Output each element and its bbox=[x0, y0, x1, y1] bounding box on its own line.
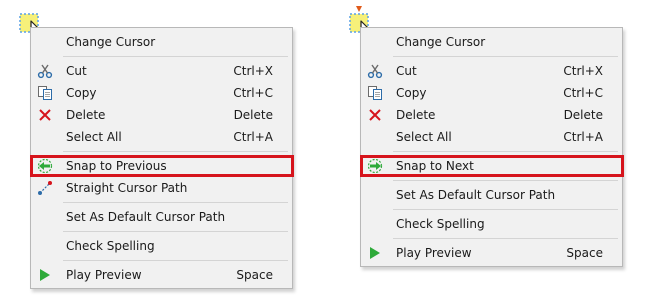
menu-item-label: Cut bbox=[66, 64, 87, 78]
context-menu-right: Change Cursor Cut Ctrl+X Copy Ctrl+C Del… bbox=[360, 27, 624, 267]
snap-next-icon bbox=[361, 155, 389, 177]
menu-item-check-spelling[interactable]: Check Spelling bbox=[361, 213, 622, 235]
menu-item-play-preview[interactable]: Play Preview Space bbox=[361, 242, 622, 264]
menu-item-shortcut: Ctrl+C bbox=[563, 86, 603, 100]
menu-item-change-cursor[interactable]: Change Cursor bbox=[361, 31, 622, 53]
context-menu-left: Change Cursor Cut Ctrl+X Copy Ctrl+C Del… bbox=[30, 27, 294, 289]
menu-item-label: Delete bbox=[66, 108, 106, 122]
menu-item-shortcut: Ctrl+A bbox=[233, 130, 273, 144]
copy-icon bbox=[361, 82, 389, 104]
straight-path-icon bbox=[31, 177, 59, 199]
delete-x-icon bbox=[31, 104, 59, 126]
menu-item-select-all[interactable]: Select All Ctrl+A bbox=[361, 126, 622, 148]
menu-separator bbox=[393, 180, 618, 181]
play-icon bbox=[31, 264, 59, 286]
menu-item-shortcut: Ctrl+X bbox=[233, 64, 273, 78]
menu-item-label: Select All bbox=[66, 130, 122, 144]
menu-item-shortcut: Space bbox=[566, 246, 603, 260]
menu-item-check-spelling[interactable]: Check Spelling bbox=[31, 235, 292, 257]
menu-item-label: Snap to Previous bbox=[66, 159, 167, 173]
scissors-icon bbox=[361, 60, 389, 82]
menu-item-snap-to-previous[interactable]: Snap to Previous bbox=[30, 155, 294, 177]
menu-item-play-preview[interactable]: Play Preview Space bbox=[31, 264, 292, 286]
menu-separator bbox=[393, 56, 618, 57]
menu-item-label: Check Spelling bbox=[396, 217, 485, 231]
menu-item-label: Snap to Next bbox=[396, 159, 474, 173]
menu-item-straight-cursor-path[interactable]: Straight Cursor Path bbox=[31, 177, 292, 199]
menu-separator bbox=[63, 202, 288, 203]
menu-item-set-default-cursor-path[interactable]: Set As Default Cursor Path bbox=[31, 206, 292, 228]
menu-item-shortcut: Ctrl+X bbox=[563, 64, 603, 78]
menu-separator bbox=[63, 231, 288, 232]
menu-item-snap-to-next[interactable]: Snap to Next bbox=[360, 155, 624, 177]
snap-previous-icon bbox=[31, 155, 59, 177]
menu-item-copy[interactable]: Copy Ctrl+C bbox=[31, 82, 292, 104]
menu-separator bbox=[393, 209, 618, 210]
play-icon bbox=[361, 242, 389, 264]
scissors-icon bbox=[31, 60, 59, 82]
menu-item-label: Set As Default Cursor Path bbox=[66, 210, 226, 224]
menu-item-delete[interactable]: Delete Delete bbox=[361, 104, 622, 126]
menu-separator bbox=[63, 151, 288, 152]
delete-x-icon bbox=[361, 104, 389, 126]
menu-item-delete[interactable]: Delete Delete bbox=[31, 104, 292, 126]
menu-item-shortcut: Ctrl+C bbox=[233, 86, 273, 100]
menu-separator bbox=[63, 56, 288, 57]
menu-separator bbox=[393, 238, 618, 239]
menu-item-shortcut: Delete bbox=[233, 108, 273, 122]
menu-item-label: Change Cursor bbox=[396, 35, 486, 49]
menu-item-shortcut: Ctrl+A bbox=[563, 130, 603, 144]
menu-item-shortcut: Delete bbox=[563, 108, 603, 122]
menu-item-label: Check Spelling bbox=[66, 239, 155, 253]
menu-item-label: Copy bbox=[66, 86, 97, 100]
menu-item-cut[interactable]: Cut Ctrl+X bbox=[361, 60, 622, 82]
menu-item-label: Set As Default Cursor Path bbox=[396, 188, 556, 202]
menu-item-cut[interactable]: Cut Ctrl+X bbox=[31, 60, 292, 82]
menu-separator bbox=[63, 260, 288, 261]
menu-item-label: Straight Cursor Path bbox=[66, 181, 188, 195]
copy-icon bbox=[31, 82, 59, 104]
menu-item-label: Play Preview bbox=[66, 268, 142, 282]
menu-item-change-cursor[interactable]: Change Cursor bbox=[31, 31, 292, 53]
menu-separator bbox=[393, 151, 618, 152]
menu-item-label: Select All bbox=[396, 130, 452, 144]
menu-item-shortcut: Space bbox=[236, 268, 273, 282]
menu-item-label: Copy bbox=[396, 86, 427, 100]
menu-item-select-all[interactable]: Select All Ctrl+A bbox=[31, 126, 292, 148]
menu-item-label: Delete bbox=[396, 108, 436, 122]
menu-item-copy[interactable]: Copy Ctrl+C bbox=[361, 82, 622, 104]
menu-item-label: Change Cursor bbox=[66, 35, 156, 49]
menu-item-label: Cut bbox=[396, 64, 417, 78]
menu-item-set-default-cursor-path[interactable]: Set As Default Cursor Path bbox=[361, 184, 622, 206]
menu-item-label: Play Preview bbox=[396, 246, 472, 260]
